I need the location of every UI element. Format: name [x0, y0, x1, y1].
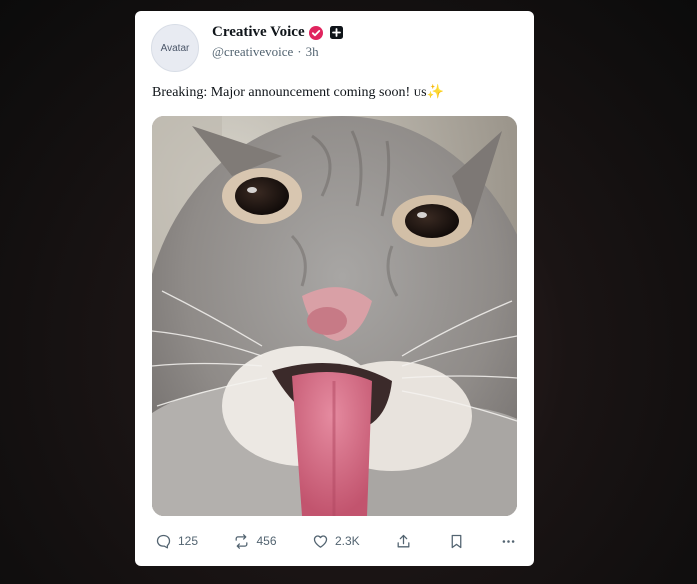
timestamp[interactable]: 3h: [306, 44, 319, 60]
more-icon: [502, 539, 515, 543]
author-name-row: Creative Voice: [212, 24, 343, 41]
repost-count: 456: [256, 534, 277, 548]
bookmark-icon: [451, 534, 461, 548]
post-media[interactable]: [152, 116, 517, 516]
bookmark-button[interactable]: [448, 533, 465, 550]
post-text: Breaking: Major announcement coming soon…: [152, 85, 445, 100]
share-button[interactable]: [395, 533, 412, 550]
more-button[interactable]: [500, 533, 517, 550]
action-bar: 125 456 2.3K: [155, 530, 517, 552]
share-icon: [397, 534, 410, 547]
post-card: Avatar Creative Voice @creativevoice · 3…: [135, 11, 534, 566]
meta-separator: ·: [297, 44, 302, 59]
like-button[interactable]: 2.3K: [312, 533, 360, 550]
avatar-label: Avatar: [160, 42, 190, 54]
cat-photo: [152, 116, 517, 516]
repost-button[interactable]: 456: [233, 533, 277, 550]
repost-icon: [236, 533, 248, 549]
avatar[interactable]: Avatar: [151, 24, 199, 72]
verified-badge-icon: [308, 25, 323, 40]
like-count: 2.3K: [334, 534, 360, 548]
heart-icon: [313, 534, 328, 548]
author-meta-row: @creativevoice · 3h: [212, 44, 319, 60]
reply-count: 125: [178, 534, 199, 548]
handle[interactable]: @creativevoice: [212, 44, 293, 60]
display-name[interactable]: Creative Voice: [212, 24, 305, 41]
plus-badge-icon: [329, 26, 343, 39]
reply-button[interactable]: 125: [155, 533, 198, 550]
reply-icon: [156, 534, 171, 549]
